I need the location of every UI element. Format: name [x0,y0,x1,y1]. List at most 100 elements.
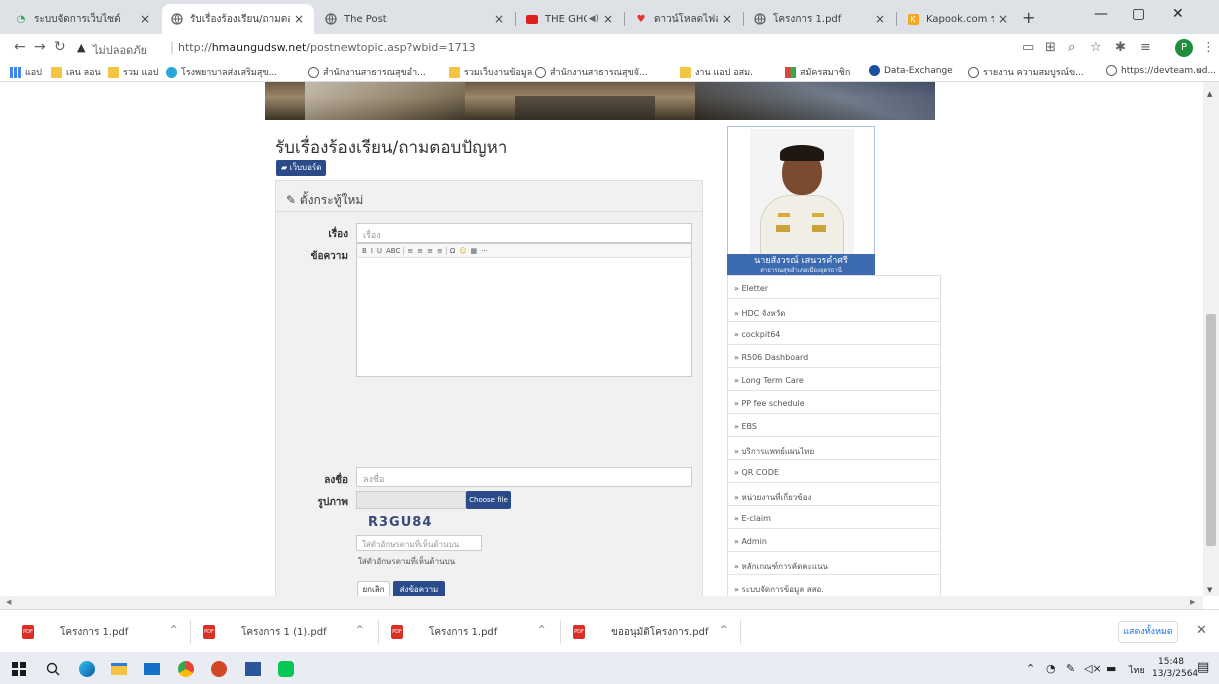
tab-site-admin[interactable]: ◔ ระบบจัดการเว็บไซต์ × [6,4,160,34]
scrollbar-thumb[interactable] [1206,314,1216,546]
download-item[interactable]: PDF ขออนุมัติโครงการ.pdf [573,623,709,641]
profile-avatar[interactable]: P [1175,39,1193,57]
meet-icon[interactable]: ◔ [1046,662,1056,675]
bookmark-item[interactable]: สมัครสมาชิก [785,65,850,79]
bookmark-folder[interactable]: รวม แอป [108,65,159,79]
close-icon[interactable]: × [140,12,152,26]
align-left-button[interactable]: ≡ [406,247,414,255]
side-link-hdc[interactable]: » HDC จังหวัด [728,299,940,322]
align-center-button[interactable]: ≡ [416,247,424,255]
bookmark-folder[interactable]: งาน แอป อสม. [680,65,753,79]
underline-button[interactable]: U [376,247,383,255]
translate-icon[interactable]: ⊞ [1045,40,1056,55]
insecure-label[interactable]: ไม่ปลอดภัย [93,41,147,59]
bold-button[interactable]: B [361,247,368,255]
star-icon[interactable]: ☆ [1090,40,1102,55]
bookmarks-overflow-button[interactable]: » [1196,65,1202,76]
cancel-button[interactable]: ยกเลิก [357,581,390,596]
close-icon[interactable]: × [875,12,887,26]
scroll-right-icon[interactable]: ▶ [1190,598,1195,606]
strike-button[interactable]: ABC [385,247,401,255]
subject-input[interactable]: เรื่อง [356,223,692,243]
table-icon[interactable]: ▦ [470,247,479,255]
tab-ghost-radio[interactable]: THE GHOST RADIO ◀) × [517,4,623,34]
side-link-ebs[interactable]: » EBS [728,414,940,437]
taskbar-clock[interactable]: 15:48 13/3/2564 [1152,656,1198,680]
warning-icon[interactable]: ▲ [77,41,85,54]
close-icon[interactable]: × [998,12,1010,26]
chevron-up-icon[interactable]: ^ [170,625,178,635]
back-arrow-icon[interactable]: ← [14,39,26,55]
language-indicator[interactable]: ไทย [1129,663,1145,677]
bookmark-item[interactable]: รายงาน ความสมบูรณ์ข... [968,65,1084,79]
side-link-data-system[interactable]: » ระบบจัดการข้อมูล สสอ. [728,575,940,596]
special-char-button[interactable]: Ω [449,247,456,255]
tab-the-post[interactable]: The Post × [316,4,514,34]
bookmark-folder[interactable]: รวมเว็บงานข้อมูล [449,65,532,79]
chevron-up-icon[interactable]: ^ [538,625,546,635]
side-link-thai-medicine[interactable]: » บริการแพทย์แผนไทย [728,437,940,460]
mail-icon[interactable] [143,660,161,678]
volume-icon[interactable]: ◁× [1084,662,1102,675]
side-link-ltc[interactable]: » Long Term Care [728,368,940,391]
side-link-pp-fee[interactable]: » PP fee schedule [728,391,940,414]
close-icon[interactable]: × [294,12,306,26]
maximize-button[interactable]: ▢ [1132,6,1145,22]
menu-icon[interactable]: ⋮ [1202,40,1215,55]
speaker-icon[interactable]: ◀) [589,14,599,24]
tab-project-pdf[interactable]: โครงการ 1.pdf × [745,4,895,34]
notification-icon[interactable]: ▤ [1197,660,1209,675]
side-link-eletter[interactable]: » Eletter [728,276,940,299]
powerpoint-icon[interactable] [210,660,228,678]
submit-button[interactable]: ส่งข้อความ [393,581,445,596]
reading-list-icon[interactable]: ≡ [1140,40,1151,55]
window-close-button[interactable]: ✕ [1172,6,1184,22]
more-button[interactable]: ··· [480,247,489,255]
address-bar[interactable]: http://hmaungudsw.net/postnewtopic.asp?w… [178,41,476,54]
message-editor[interactable]: B I U ABC ≡ ≡ ≡ ≡ Ω ☺ ▦ ··· [356,243,692,377]
edge-icon[interactable] [78,660,96,678]
align-justify-button[interactable]: ≡ [436,247,444,255]
bookmark-item[interactable]: Data-Exchange [869,65,953,76]
tab-kapook[interactable]: K Kapook.com รวม ข่าว ฯ × [898,4,1018,34]
smiley-icon[interactable]: ☺ [458,247,467,255]
side-link-qr-code[interactable]: » QR CODE [728,460,940,483]
close-icon[interactable]: × [603,12,615,26]
zoom-icon[interactable]: ⌕ [1068,40,1075,55]
download-item[interactable]: PDF โครงการ 1.pdf [391,623,497,641]
align-right-button[interactable]: ≡ [426,247,434,255]
extensions-icon[interactable]: ✱ [1115,40,1126,55]
horizontal-scrollbar[interactable]: ◀ ▶ [0,596,1203,609]
network-icon[interactable]: ▬ [1106,662,1116,675]
cast-icon[interactable]: ▭ [1022,40,1034,55]
side-link-cockpit[interactable]: » cockpit64 [728,322,940,345]
file-name-box[interactable] [356,491,466,509]
reload-icon[interactable]: ↻ [54,39,66,55]
line-app-icon[interactable] [277,660,295,678]
choose-file-button[interactable]: Choose file [466,491,511,509]
word-icon[interactable] [244,660,262,678]
italic-button[interactable]: I [370,247,374,255]
chevron-up-icon[interactable]: ^ [720,625,728,635]
show-all-downloads-button[interactable]: แสดงทั้งหมด [1118,621,1178,643]
file-explorer-icon[interactable] [110,660,128,678]
bookmark-apps[interactable]: แอป [10,65,42,79]
scroll-up-icon[interactable]: ▲ [1207,90,1212,98]
close-icon[interactable]: × [494,12,506,26]
side-link-agencies[interactable]: » หน่วยงานที่เกี่ยวข้อง [728,483,940,506]
bookmark-item[interactable]: สำนักงานสาธารณสุขจั... [535,65,648,79]
tab-complaints[interactable]: รับเรื่องร้องเรียน/ถามตอบปั × [162,4,314,34]
side-link-r506[interactable]: » R506 Dashboard [728,345,940,368]
chrome-icon[interactable] [177,660,195,678]
forward-arrow-icon[interactable]: → [34,39,46,55]
tab-ilovepdf[interactable]: ♥ ดาวน์โหลดไฟล์ | iLovePDF × [626,4,742,34]
download-item[interactable]: PDF โครงการ 1 (1).pdf [203,623,327,641]
bookmark-item[interactable]: โรงพยาบาลส่งเสริมสุข... [166,65,277,79]
chevron-up-icon[interactable]: ⌃ [1026,662,1035,675]
side-link-eclaim[interactable]: » E-claim [728,506,940,529]
search-icon[interactable] [44,660,62,678]
chevron-up-icon[interactable]: ^ [356,625,364,635]
close-downloads-button[interactable]: ✕ [1196,623,1207,638]
download-item[interactable]: PDF โครงการ 1.pdf [22,623,128,641]
pen-icon[interactable]: ✎ [1066,662,1075,675]
